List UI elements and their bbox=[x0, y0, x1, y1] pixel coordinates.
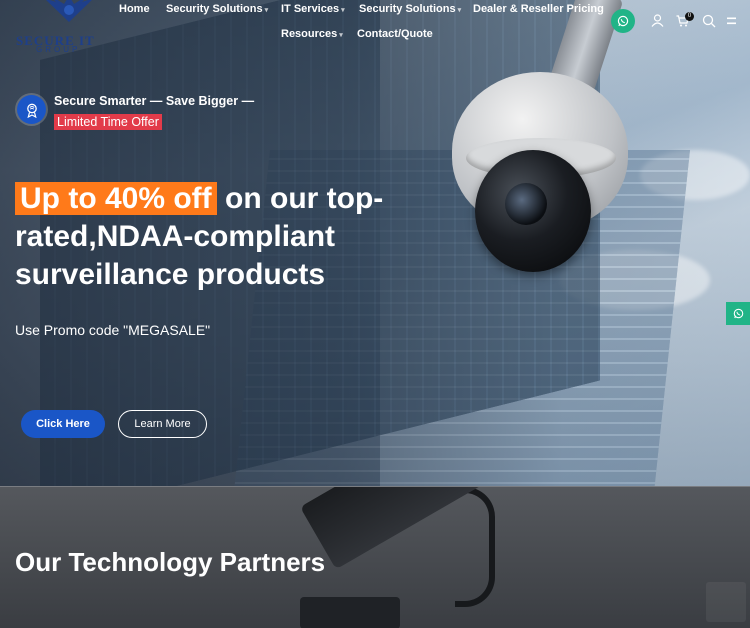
camera-base bbox=[300, 597, 400, 628]
camera-bracket bbox=[455, 487, 495, 607]
chevron-down-icon: ▾ bbox=[339, 32, 343, 39]
logo-subtext: GROUP bbox=[36, 45, 81, 54]
chevron-down-icon: ▾ bbox=[341, 7, 345, 14]
chevron-down-icon: ▾ bbox=[457, 7, 462, 14]
nav-dealer-pricing[interactable]: Dealer & Reseller Pricing bbox=[473, 3, 604, 15]
hero-headline: Up to 40% off on our top-rated,NDAA-comp… bbox=[15, 180, 415, 294]
floating-whatsapp-button[interactable] bbox=[726, 302, 750, 325]
promo-badge-icon bbox=[17, 95, 46, 124]
whatsapp-icon bbox=[733, 308, 743, 319]
recaptcha-badge[interactable] bbox=[706, 582, 746, 622]
search-icon[interactable] bbox=[702, 14, 716, 28]
click-here-button[interactable]: Click Here bbox=[21, 410, 105, 438]
nav-security-solutions-2[interactable]: Security Solutions ▾ bbox=[359, 3, 461, 15]
whatsapp-icon bbox=[617, 15, 629, 27]
user-icon[interactable] bbox=[651, 14, 664, 27]
technology-partners-section: Our Technology Partners bbox=[0, 486, 750, 628]
security-badge-icon bbox=[26, 103, 37, 118]
learn-more-button[interactable]: Learn More bbox=[118, 410, 207, 438]
eagle-logo-icon bbox=[46, 0, 92, 22]
camera-lens bbox=[505, 183, 547, 225]
headline-highlight: Up to 40% off bbox=[15, 182, 217, 215]
partners-title: Our Technology Partners bbox=[15, 547, 326, 577]
site-logo[interactable]: SECURE IT GROUP bbox=[14, 0, 114, 56]
menu-icon[interactable] bbox=[727, 17, 736, 25]
nav-security-solutions[interactable]: Security Solutions ▾ bbox=[166, 3, 268, 15]
nav-it-services[interactable]: IT Services ▾ bbox=[281, 3, 345, 15]
nav-contact-quote[interactable]: Contact/Quote bbox=[357, 28, 433, 40]
nav-home[interactable]: Home bbox=[119, 3, 150, 15]
chevron-down-icon: ▾ bbox=[264, 7, 269, 14]
cart-count-badge: 0 bbox=[685, 12, 694, 21]
promo-title: Secure Smarter — Save Bigger — bbox=[54, 94, 255, 108]
whatsapp-button[interactable] bbox=[611, 9, 635, 33]
nav-resources[interactable]: Resources ▾ bbox=[281, 28, 343, 40]
limited-offer-badge: Limited Time Offer bbox=[54, 114, 162, 130]
promo-code-text: Use Promo code "MEGASALE" bbox=[15, 322, 211, 338]
